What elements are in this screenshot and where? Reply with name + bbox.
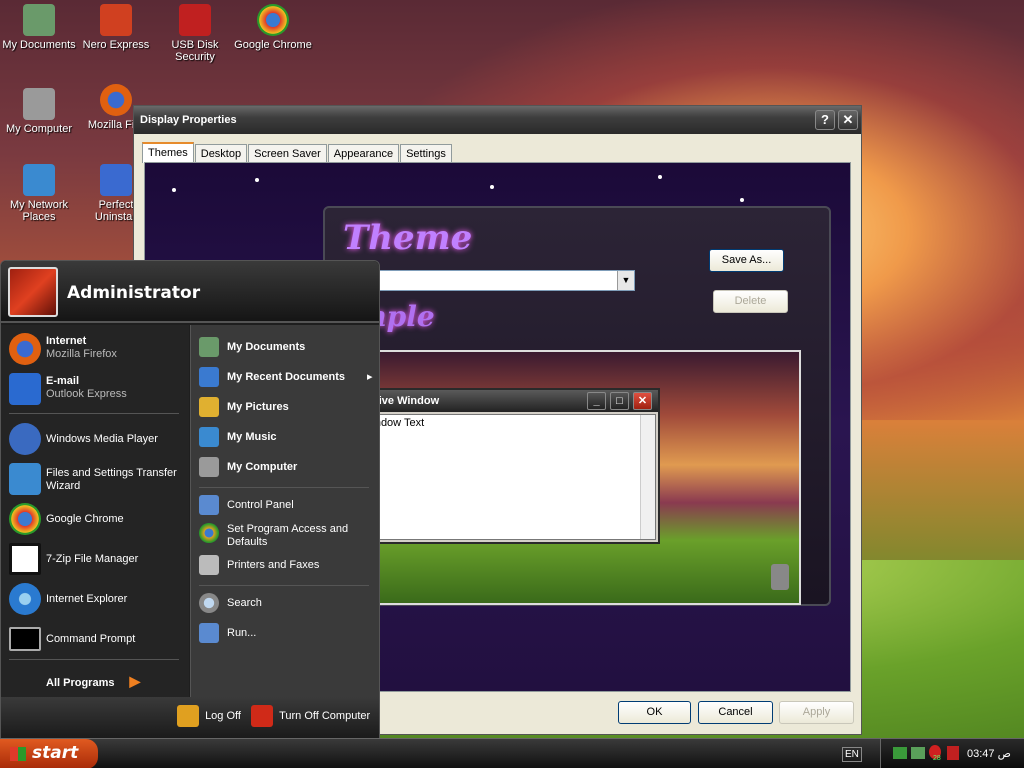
- log-off-icon: [177, 705, 199, 727]
- tab-settings[interactable]: Settings: [400, 144, 452, 163]
- maximize-icon: □: [610, 392, 629, 410]
- my-documents-icon: [23, 4, 55, 36]
- internet-explorer-icon: [9, 583, 41, 615]
- divider: [199, 585, 369, 586]
- desktop-icon-my-computer[interactable]: My Computer: [0, 88, 78, 135]
- preview-window-title-bar: Active Window _ □ ✕: [357, 390, 658, 412]
- theme-heading: Theme: [343, 218, 473, 258]
- firefox-icon: [9, 333, 41, 365]
- star: [255, 178, 259, 182]
- log-off-button[interactable]: Log Off: [177, 705, 241, 727]
- tray-network-icon[interactable]: [893, 747, 907, 759]
- system-tray: 28 03:47 ص: [880, 739, 1024, 768]
- start-menu-right-pane: My Documents My Recent Documents ▸ My Pi…: [190, 325, 379, 697]
- ok-button[interactable]: OK: [618, 701, 691, 724]
- usb-disk-security-icon: [179, 4, 211, 36]
- desktop-icon-chrome[interactable]: Google Chrome: [234, 4, 312, 51]
- star: [490, 185, 494, 189]
- preview-active-window: Active Window _ □ ✕ Window Text: [355, 388, 660, 544]
- all-programs-button[interactable]: All Programs ▶: [46, 673, 140, 690]
- my-pictures-icon: [199, 397, 219, 417]
- star: [658, 175, 662, 179]
- theme-inner-panel: Theme une ▼ Save As... Delete mple Activ…: [323, 206, 831, 606]
- tab-themes[interactable]: Themes: [142, 142, 194, 163]
- tray-badge: 28: [933, 755, 941, 762]
- command-prompt-icon: [9, 627, 41, 651]
- nero-express-icon: [100, 4, 132, 36]
- turn-off-button[interactable]: Turn Off Computer: [251, 705, 370, 727]
- star: [740, 198, 744, 202]
- power-icon: [251, 705, 273, 727]
- pinned-title: Internet: [46, 335, 87, 347]
- cancel-button[interactable]: Cancel: [698, 701, 773, 724]
- pinned-title: E-mail: [46, 375, 80, 387]
- arrow-right-icon: ▶: [129, 673, 141, 689]
- printers-icon: [199, 555, 219, 575]
- start-button[interactable]: start: [0, 739, 98, 768]
- recycle-bin-icon: [771, 564, 789, 590]
- perfect-uninstall-icon: [100, 164, 132, 196]
- outlook-express-icon: [9, 373, 41, 405]
- tray-safely-remove-icon[interactable]: [911, 747, 925, 759]
- recent-documents-icon: [199, 367, 219, 387]
- clock: 03:47 ص: [967, 748, 1011, 760]
- preview-window-text-area: Window Text: [359, 414, 656, 540]
- my-music-icon: [199, 427, 219, 447]
- divider: [199, 487, 369, 488]
- dialog-title-bar[interactable]: Display Properties ? ✕: [134, 106, 861, 134]
- chrome-icon: [9, 503, 41, 535]
- run-icon: [199, 623, 219, 643]
- taskbar: start EN 28 03:47 ص: [0, 738, 1024, 768]
- tab-strip: Themes Desktop Screen Saver Appearance S…: [142, 142, 453, 163]
- tab-desktop[interactable]: Desktop: [194, 144, 248, 163]
- close-icon: ✕: [633, 392, 652, 410]
- pinned-subtitle: Mozilla Firefox: [46, 348, 117, 360]
- minimize-icon: _: [587, 392, 606, 410]
- dialog-title: Display Properties: [140, 114, 237, 126]
- control-panel-icon: [199, 495, 219, 515]
- program-access-icon: [199, 523, 219, 543]
- tab-screen-saver[interactable]: Screen Saver: [248, 144, 327, 163]
- divider: [9, 659, 179, 660]
- help-button[interactable]: ?: [815, 110, 835, 130]
- submenu-arrow-icon: ▸: [367, 371, 373, 383]
- my-computer-icon: [23, 88, 55, 120]
- start-menu-header: Administrator: [1, 261, 379, 323]
- avatar[interactable]: [8, 267, 58, 317]
- close-button[interactable]: ✕: [838, 110, 858, 130]
- theme-select[interactable]: une ▼: [353, 270, 635, 291]
- firefox-icon: [100, 84, 132, 116]
- save-as-button[interactable]: Save As...: [709, 249, 784, 272]
- tab-appearance[interactable]: Appearance: [327, 144, 400, 163]
- username: Administrator: [67, 283, 201, 303]
- network-places-icon: [23, 164, 55, 196]
- apply-button[interactable]: Apply: [779, 701, 854, 724]
- transfer-wizard-icon: [9, 463, 41, 495]
- my-computer-icon: [199, 457, 219, 477]
- my-documents-icon: [199, 337, 219, 357]
- start-menu-footer: Log Off Turn Off Computer: [1, 697, 379, 739]
- start-menu-left-pane: Internet Mozilla Firefox E-mail Outlook …: [1, 325, 189, 697]
- desktop-icon-usb-security[interactable]: USB Disk Security: [156, 4, 234, 63]
- tray-usb-security-icon[interactable]: [947, 746, 959, 760]
- search-icon: [199, 593, 219, 613]
- media-player-icon: [9, 423, 41, 455]
- theme-preview: Active Window _ □ ✕ Window Text: [355, 350, 801, 605]
- chevron-down-icon[interactable]: ▼: [617, 271, 634, 290]
- desktop-icon-my-documents[interactable]: My Documents: [0, 4, 78, 51]
- desktop-icon-nero[interactable]: Nero Express: [77, 4, 155, 51]
- language-indicator[interactable]: EN: [842, 747, 862, 762]
- chrome-icon: [257, 4, 289, 36]
- star: [172, 188, 176, 192]
- preview-scrollbar: [640, 415, 655, 539]
- start-menu: Administrator Internet Mozilla Firefox E…: [0, 260, 380, 739]
- delete-button[interactable]: Delete: [713, 290, 788, 313]
- pinned-subtitle: Outlook Express: [46, 388, 127, 400]
- desktop-icon-network[interactable]: My Network Places: [0, 164, 78, 223]
- divider: [9, 413, 179, 414]
- 7zip-icon: [9, 543, 41, 575]
- windows-logo-icon: [10, 747, 26, 761]
